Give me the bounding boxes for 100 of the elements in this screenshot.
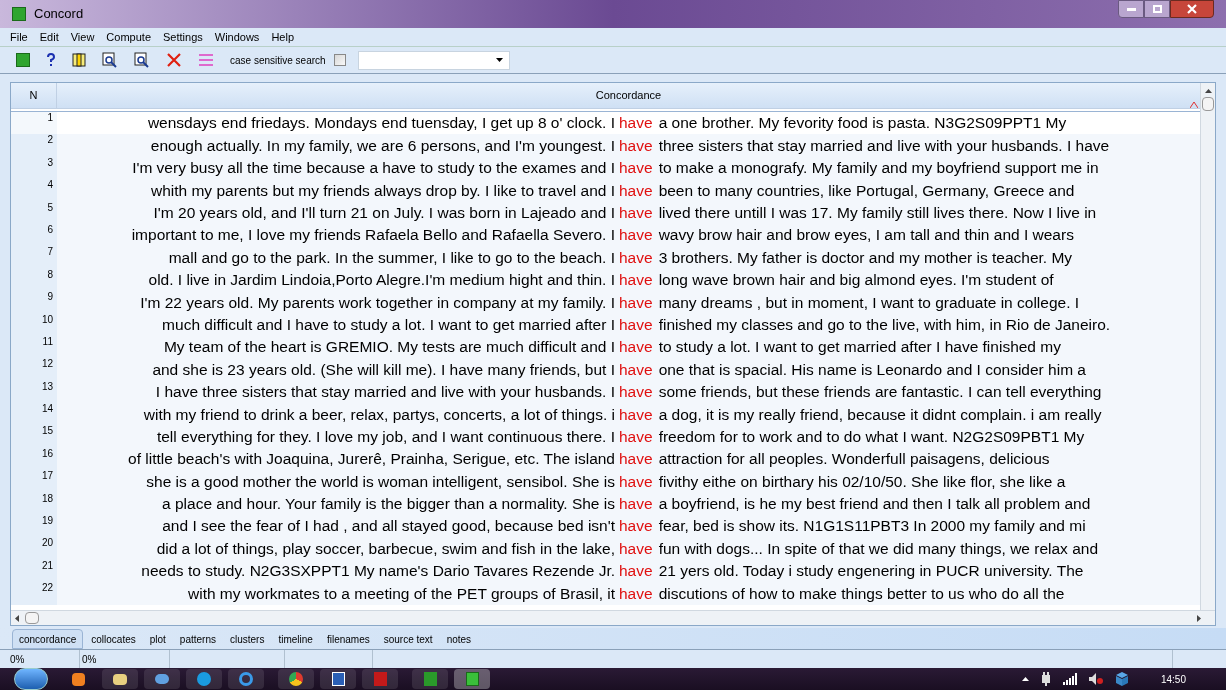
- right-context: long wave brown hair and big almond eyes. I'm student of: [658, 271, 1054, 289]
- left-context: of little beach's with Joaquina, Jurerê, Prainha, Serigue, etc. The island: [128, 451, 615, 467]
- power-plug-icon[interactable]: [1040, 672, 1051, 686]
- right-context: fear, bed is show its. N1G1S11PBT3 In 2000 my family and mi: [658, 517, 1086, 535]
- help-icon[interactable]: [46, 53, 56, 67]
- left-context: she is a good mother the world is woman intelligent, sensibol. She is: [146, 473, 615, 490]
- search-word: have: [619, 294, 653, 311]
- search-word: have: [619, 182, 653, 199]
- search-word: have: [619, 563, 653, 579]
- menu-item[interactable]: Settings: [163, 28, 203, 46]
- scroll-thumb[interactable]: [25, 612, 39, 624]
- left-context: I have three sisters that stay married and live with your husbands. I: [155, 384, 615, 400]
- search-word: have: [619, 361, 653, 378]
- search-word: have: [619, 384, 653, 400]
- column-header[interactable]: N: [29, 87, 38, 104]
- search-word: have: [619, 451, 653, 467]
- minimize-button[interactable]: [1118, 0, 1144, 18]
- search-word: have: [619, 316, 653, 333]
- row-number: 8: [47, 269, 53, 280]
- left-context: wensdays end friedays. Mondays end tuensday, I get up 8 o' clock. I: [147, 115, 615, 131]
- row-number: 5: [47, 202, 53, 213]
- right-context: attraction for all peoples. Wonderfull paisagens, delicious: [658, 450, 1050, 468]
- right-context: one that is spacial. His name is Leonardo and I consider him a: [658, 360, 1086, 378]
- speaker-icon[interactable]: [1088, 673, 1103, 685]
- clock[interactable]: 14:50: [1160, 671, 1186, 687]
- left-context: needs to study. N2G3SXPPT1 My name's Dario Tavares Rezende Jr.: [141, 563, 615, 579]
- right-context: finished my classes and go to the live, with him, in Rio de Janeiro.: [658, 315, 1111, 333]
- tab[interactable]: source text: [377, 629, 439, 649]
- row-number: 21: [41, 560, 53, 571]
- left-context: I'm 22 years old. My parents work together in company at my family. I: [140, 294, 615, 311]
- right-context: many dreams , but in moment, I want to graduate in college. I: [658, 293, 1080, 311]
- search-word: have: [619, 249, 653, 266]
- left-arrow-icon[interactable]: [15, 614, 19, 622]
- close-button[interactable]: [1170, 0, 1214, 18]
- tab[interactable]: clusters: [224, 629, 271, 649]
- signal-icon[interactable]: [1062, 673, 1077, 685]
- box-icon[interactable]: [1114, 672, 1129, 686]
- row-number: 1: [47, 113, 53, 123]
- right-context: to make a monografy. My family and my boyfriend support me in: [658, 159, 1099, 177]
- app-icon[interactable]: [454, 669, 490, 689]
- case-sensitive-checkbox[interactable]: [333, 54, 346, 66]
- left-context: with my friend to drink a beer, relax, partys, concerts, a lot of things. i: [143, 406, 615, 422]
- window-title: Concord: [34, 5, 84, 24]
- status-text: 0%: [82, 652, 97, 667]
- menu-item[interactable]: Compute: [106, 28, 151, 46]
- tab[interactable]: plot: [143, 629, 172, 649]
- search-word: have: [619, 518, 653, 534]
- row-number: 4: [47, 180, 53, 191]
- menu-item[interactable]: File: [10, 28, 28, 46]
- left-context: did a lot of things, play soccer, barbecue, swim and fish in the lake,: [156, 540, 615, 557]
- columns-icon[interactable]: [72, 53, 86, 67]
- delete-icon[interactable]: [166, 52, 182, 68]
- search-word: have: [619, 227, 653, 243]
- up-arrow-icon[interactable]: [1021, 677, 1029, 681]
- tab[interactable]: notes: [440, 629, 478, 649]
- search-word: have: [619, 339, 653, 355]
- tab[interactable]: patterns: [173, 629, 222, 649]
- menu-item[interactable]: Help: [271, 28, 294, 46]
- menu-item[interactable]: Edit: [39, 28, 59, 46]
- search-word: have: [619, 160, 653, 176]
- start-button[interactable]: [14, 668, 48, 690]
- row-number: 17: [41, 471, 53, 482]
- vertical-scrollbar[interactable]: [1200, 83, 1215, 610]
- caret-icon: [495, 58, 503, 62]
- find-icon[interactable]: [134, 52, 150, 68]
- row-number: 3: [47, 157, 53, 168]
- right-context: 3 brothers. My father is doctor and my mother is teacher. My: [658, 248, 1073, 266]
- close-icon: [1187, 4, 1197, 14]
- right-arrow-icon[interactable]: [1197, 614, 1201, 622]
- row-number: 7: [47, 247, 53, 258]
- tab[interactable]: collocates: [85, 629, 142, 649]
- row-number: 10: [41, 314, 53, 325]
- row-number: 2: [47, 135, 53, 146]
- left-context: tell everything for they. I love my job, and I want continuous there. I: [156, 428, 615, 445]
- row-number: 11: [42, 336, 53, 347]
- column-header[interactable]: Concordance: [595, 87, 662, 104]
- status-text: 0%: [10, 652, 25, 667]
- tab[interactable]: filenames: [320, 629, 376, 649]
- menu-item[interactable]: View: [70, 28, 95, 46]
- right-context: wavy brow hair and brow eyes, I am tall and thin and I wears: [658, 226, 1074, 244]
- up-arrow-icon[interactable]: [1204, 89, 1212, 93]
- left-context: and she is 23 years old. (She will kill me). I have many friends, but I: [152, 361, 615, 378]
- row-number: 13: [41, 381, 53, 392]
- maximize-button[interactable]: [1144, 0, 1170, 18]
- right-context: 21 yers old. Today i study engenering in PUCR university. The: [658, 562, 1084, 580]
- left-context: much difficult and I have to study a lot. I want to get married after I: [162, 316, 615, 333]
- search-word: have: [619, 496, 653, 512]
- horizontal-scrollbar[interactable]: [11, 610, 1215, 625]
- search-word: have: [619, 406, 653, 422]
- search-word: have: [619, 540, 653, 557]
- find-icon[interactable]: [102, 52, 118, 68]
- row-number: 22: [41, 583, 53, 594]
- scroll-thumb[interactable]: [1202, 97, 1214, 111]
- search-word: have: [619, 428, 653, 445]
- left-context: old. I live in Jardim Lindoia,Porto Alegre.I'm medium hight and thin. I: [148, 272, 615, 288]
- menu-item[interactable]: Windows: [214, 28, 260, 46]
- left-context: enough actually. In my family, we are 6 persons, and I'm youngest. I: [150, 137, 615, 154]
- tab[interactable]: timeline: [272, 629, 319, 649]
- tab[interactable]: concordance: [12, 629, 84, 649]
- left-context: important to me, I love my friends Rafaela Bello and Rafaella Severo. I: [131, 227, 615, 243]
